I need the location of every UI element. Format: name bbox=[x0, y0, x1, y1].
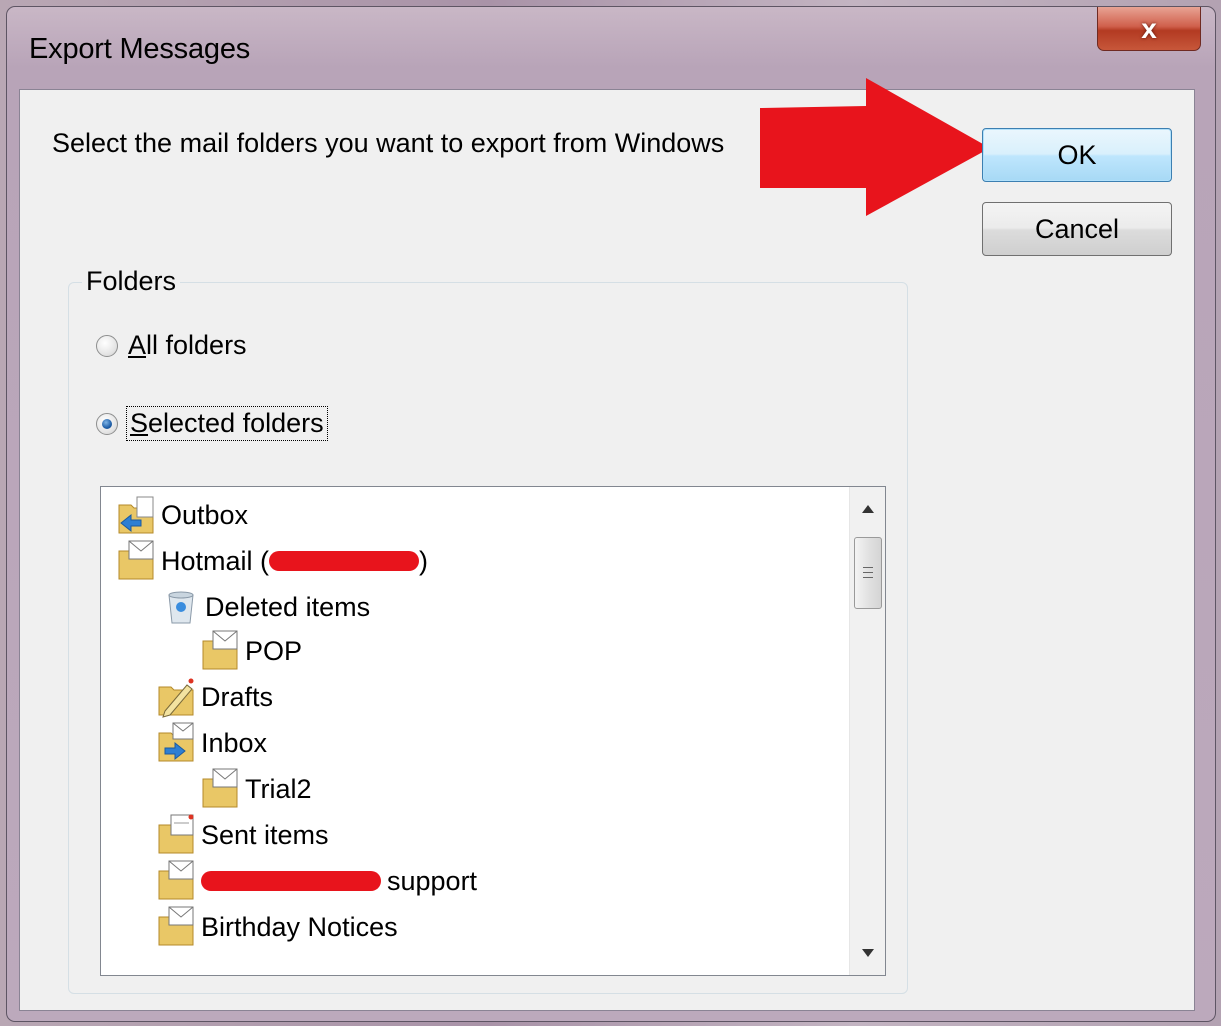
all-folders-radio[interactable]: All folders bbox=[96, 330, 247, 361]
ok-button[interactable]: OK bbox=[982, 128, 1172, 182]
outbox-folder-icon bbox=[118, 496, 154, 534]
sent-folder-icon bbox=[158, 814, 194, 854]
scroll-down-icon bbox=[862, 949, 874, 957]
tree-item-inbox[interactable]: Inbox bbox=[155, 721, 267, 765]
export-messages-window: Export Messages x Select the mail folder… bbox=[6, 6, 1216, 1022]
mail-folder-icon bbox=[202, 768, 238, 808]
redaction-mark bbox=[269, 551, 420, 571]
folder-tree-list[interactable]: Outbox Hotmail () Deleted items POP Draf… bbox=[100, 486, 886, 976]
tree-item-deleted-items[interactable]: Deleted items bbox=[159, 585, 370, 629]
mail-folder-icon bbox=[158, 860, 194, 900]
all-folders-label[interactable]: All folders bbox=[128, 330, 247, 361]
annotation-arrow-icon bbox=[760, 78, 990, 216]
selected-folders-label[interactable]: Selected folders bbox=[126, 406, 328, 441]
scroll-up-button[interactable] bbox=[850, 491, 885, 527]
instruction-text: Select the mail folders you want to expo… bbox=[52, 128, 725, 158]
tree-item-outbox[interactable]: Outbox bbox=[115, 493, 248, 537]
redaction-mark bbox=[201, 871, 381, 891]
mail-folder-icon bbox=[118, 540, 154, 580]
scroll-up-icon bbox=[862, 505, 874, 513]
cancel-button[interactable]: Cancel bbox=[982, 202, 1172, 256]
inbox-folder-icon bbox=[158, 722, 194, 762]
tree-item-trial2[interactable]: Trial2 bbox=[199, 767, 312, 811]
tree-item-support[interactable]: support bbox=[155, 859, 477, 903]
tree-item-birthday-notices[interactable]: Birthday Notices bbox=[155, 905, 398, 949]
close-button[interactable]: x bbox=[1097, 7, 1201, 51]
mail-folder-icon bbox=[202, 630, 238, 670]
close-icon: x bbox=[1141, 12, 1157, 44]
title-bar[interactable]: Export Messages x bbox=[7, 7, 1215, 89]
folders-group-label: Folders bbox=[82, 266, 181, 297]
scroll-down-button[interactable] bbox=[850, 935, 885, 971]
tree-item-drafts[interactable]: Drafts bbox=[155, 675, 273, 719]
selected-folders-radio[interactable]: Selected folders bbox=[96, 406, 328, 441]
drafts-folder-icon bbox=[158, 678, 194, 718]
radio-checked-icon[interactable] bbox=[96, 412, 118, 435]
recycle-bin-icon bbox=[168, 591, 194, 624]
radio-unchecked-icon[interactable] bbox=[96, 334, 118, 357]
tree-item-sent-items[interactable]: Sent items bbox=[155, 813, 329, 857]
scroll-thumb[interactable] bbox=[854, 537, 882, 609]
mail-folder-icon bbox=[158, 906, 194, 946]
tree-item-hotmail[interactable]: Hotmail () bbox=[115, 539, 428, 583]
vertical-scrollbar[interactable] bbox=[849, 487, 885, 975]
tree-item-pop[interactable]: POP bbox=[199, 629, 302, 673]
dialog-client-area: Select the mail folders you want to expo… bbox=[19, 78, 1195, 1011]
window-title: Export Messages bbox=[29, 33, 251, 65]
